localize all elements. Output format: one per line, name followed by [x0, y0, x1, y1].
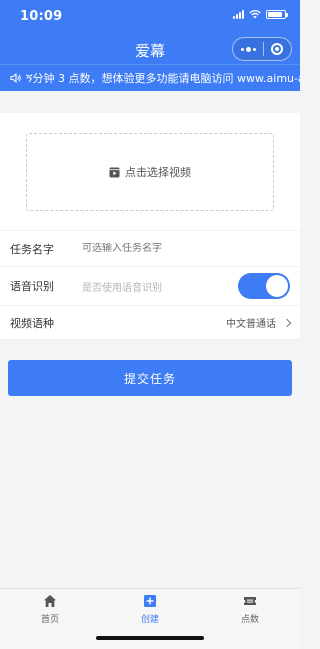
notice-bar: ኝ分钟 3 点数，想体验更多功能请电脑访问 www.aimu-ap	[0, 64, 300, 91]
video-language-label: 视频语种	[10, 316, 54, 330]
header: 10:09 爱幕	[0, 0, 300, 64]
more-icon[interactable]	[241, 46, 256, 52]
select-video-label: 点击选择视频	[125, 166, 191, 179]
status-indicators	[233, 10, 288, 19]
capsule-divider	[263, 42, 264, 56]
status-time: 10:09	[20, 9, 63, 24]
wifi-icon	[249, 10, 261, 19]
task-name-label: 任务名字	[10, 242, 54, 256]
tab-create-label: 创建	[140, 615, 159, 625]
add-icon	[144, 595, 156, 607]
task-name-row: 任务名字	[0, 231, 300, 267]
home-icon	[44, 595, 56, 607]
app: 10:09 爱幕 ኝ分钟 3 点数，想体验更多功能请电脑访问 www.aimu-	[0, 0, 300, 649]
task-name-input[interactable]	[82, 243, 252, 254]
speech-recognition-toggle[interactable]	[238, 273, 290, 299]
tab-home[interactable]: 首页	[0, 589, 100, 649]
close-target-icon[interactable]	[271, 43, 283, 55]
home-indicator	[96, 636, 204, 640]
tab-points-label: 点数	[240, 615, 259, 625]
tab-home-label: 首页	[40, 615, 59, 625]
signal-icon	[233, 10, 244, 19]
video-icon	[109, 167, 120, 177]
speech-recognition-row: 语音识别 是否使用语音识别	[0, 267, 300, 306]
video-language-value: 中文普通话	[226, 319, 276, 330]
notice-text: ኝ分钟 3 点数，想体验更多功能请电脑访问 www.aimu-ap	[26, 72, 300, 85]
mini-program-capsule	[232, 37, 292, 61]
submit-task-button[interactable]: 提交任务	[8, 360, 292, 396]
upload-card: 点击选择视频	[0, 113, 300, 230]
speaker-icon	[10, 72, 21, 84]
speech-recognition-label: 语音识别	[10, 280, 54, 293]
ticket-icon	[244, 597, 256, 605]
toggle-knob	[266, 275, 288, 297]
video-language-select[interactable]: 中文普通话	[226, 315, 292, 330]
video-language-row[interactable]: 视频语种 中文普通话	[0, 306, 300, 340]
chevron-right-icon	[282, 318, 292, 327]
select-video-button[interactable]: 点击选择视频	[26, 133, 274, 211]
speech-recognition-hint: 是否使用语音识别	[82, 282, 162, 294]
tab-points[interactable]: 点数	[200, 589, 300, 649]
battery-icon	[266, 10, 288, 19]
task-form: 任务名字 语音识别 是否使用语音识别 视频语种 中文普通话	[0, 231, 300, 340]
tab-create[interactable]: 创建	[100, 589, 200, 649]
